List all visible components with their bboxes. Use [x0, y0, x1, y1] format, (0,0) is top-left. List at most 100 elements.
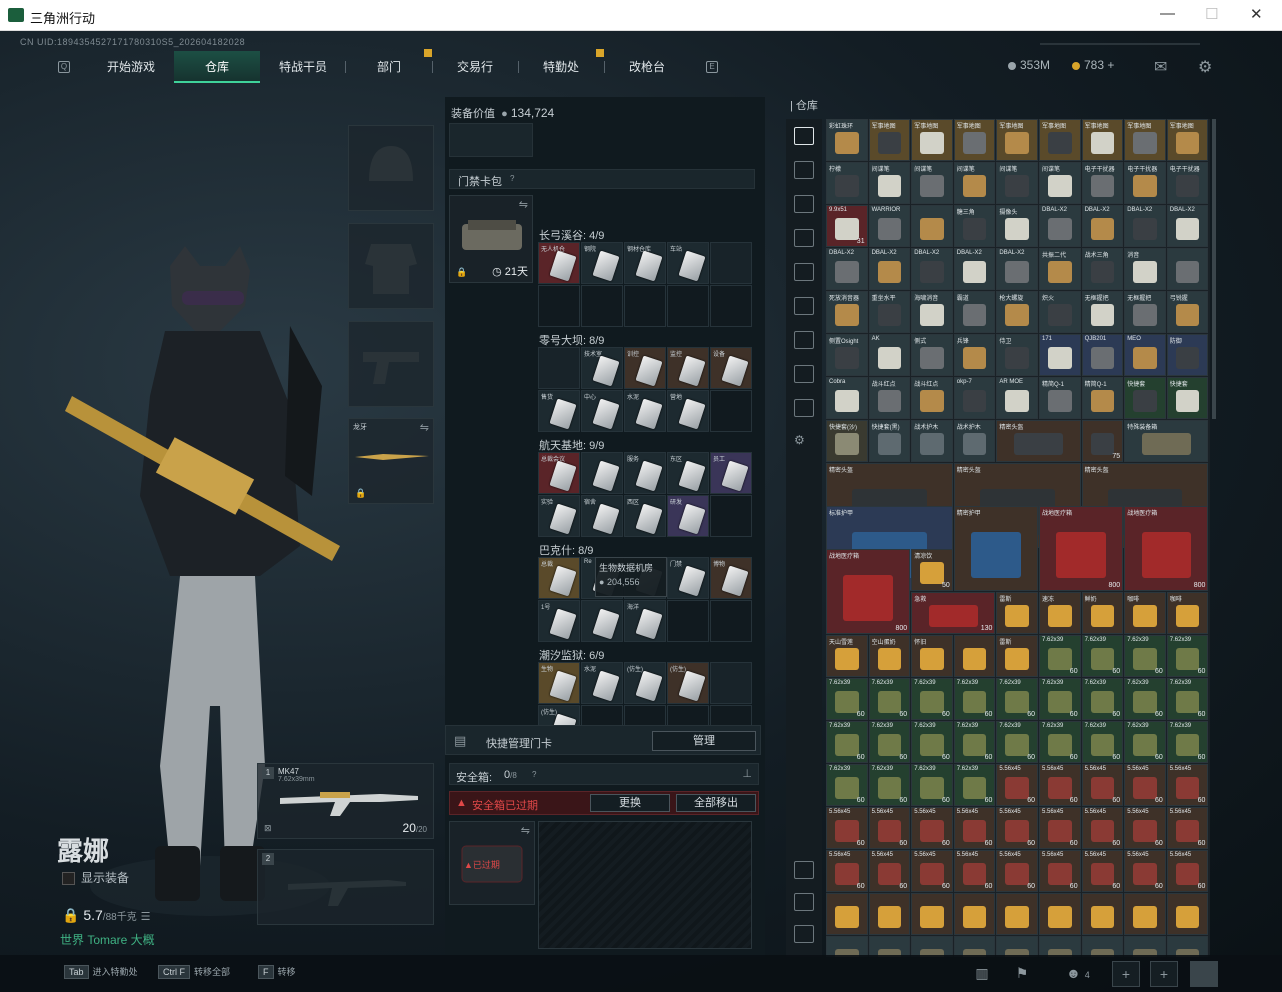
warehouse-item[interactable]: DBAL-X2 [953, 248, 996, 290]
warehouse-item[interactable]: 兵锋 [953, 334, 996, 376]
keycard-slot[interactable]: 东区 [667, 452, 709, 494]
warehouse-item[interactable]: 7.62x39 60 [868, 721, 911, 763]
warehouse-tab-4-icon[interactable] [794, 263, 814, 281]
warehouse-item[interactable]: 7.62x39 60 [1124, 721, 1166, 763]
warehouse-item[interactable]: 电子干扰器 [1166, 162, 1209, 204]
warehouse-item[interactable]: 5.56x45 60 [953, 807, 996, 849]
add-points-button[interactable]: + [1107, 58, 1114, 72]
keycard-slot[interactable] [710, 662, 752, 704]
warehouse-item[interactable]: 快捷套 [1124, 377, 1166, 419]
warehouse-item[interactable]: 171 [1039, 334, 1081, 376]
warehouse-stack-icon[interactable] [794, 893, 814, 911]
warehouse-tab-3-icon[interactable] [794, 229, 814, 247]
warehouse-item[interactable] [1166, 248, 1209, 290]
warehouse-item[interactable]: 5.56x45 60 [1081, 764, 1124, 806]
warehouse-item[interactable]: 7.62x39 60 [996, 678, 1038, 720]
warehouse-item[interactable]: AR MOE [996, 377, 1038, 419]
warehouse-tab-7-icon[interactable] [794, 365, 814, 383]
warehouse-item[interactable]: 间谍笔 [868, 162, 911, 204]
keycard-slot[interactable] [667, 600, 709, 642]
keycard-slot[interactable]: 中心 [581, 390, 623, 432]
minimize-icon[interactable]: — [1160, 5, 1175, 22]
warehouse-item[interactable]: 5.56x45 60 [1081, 807, 1124, 849]
keycard-slot[interactable] [710, 600, 752, 642]
nav-right-key-icon[interactable]: E [706, 61, 718, 73]
warehouse-item[interactable]: 7.62x39 60 [1039, 678, 1081, 720]
warehouse-item[interactable]: 7.62x39 60 [1081, 678, 1124, 720]
friends-icon[interactable]: ☻ 4 [1058, 961, 1098, 987]
warehouse-item[interactable]: 柠檬 [826, 162, 868, 204]
warehouse-item[interactable]: 空山蛋奶 [868, 635, 911, 677]
warehouse-item[interactable]: 7.62x39 60 [868, 764, 911, 806]
pin-icon[interactable]: ⊥ [742, 767, 752, 780]
warehouse-item[interactable]: 军事地图 [996, 119, 1038, 161]
warehouse-scrollbar[interactable] [1212, 119, 1216, 419]
keycard-slot[interactable]: 营地 [667, 390, 709, 432]
helmet-slot[interactable] [348, 125, 434, 211]
warehouse-item[interactable]: 死放消音器 [826, 291, 868, 333]
swap-icon[interactable]: ⇋ [420, 421, 429, 434]
tab-gunsmith[interactable]: 改枪台 [604, 51, 690, 83]
warehouse-item[interactable]: 5.56x45 60 [911, 807, 953, 849]
warehouse-item[interactable]: 战地医疗箱 800 [826, 549, 911, 634]
warehouse-item[interactable]: 电子干扰器 [1081, 162, 1124, 204]
warehouse-item[interactable]: 7.62x39 60 [826, 721, 868, 763]
warehouse-item[interactable] [911, 205, 953, 247]
warehouse-item[interactable]: Cobra [826, 377, 868, 419]
warehouse-item[interactable]: 战斗红点 [911, 377, 953, 419]
warehouse-item[interactable]: 快捷套 [1166, 377, 1209, 419]
settings-gear-icon[interactable]: ⚙ [1198, 57, 1212, 77]
warehouse-item[interactable]: 急救 130 [911, 592, 996, 634]
warehouse-item[interactable]: 速冻 [1039, 592, 1081, 634]
keycard-slot[interactable]: 技术室 [581, 347, 623, 389]
warehouse-item[interactable]: 5.56x45 60 [1039, 764, 1081, 806]
keycard-slot[interactable]: (仿生) [667, 662, 709, 704]
warehouse-item[interactable]: 5.56x45 60 [1039, 807, 1081, 849]
flag-icon[interactable]: ⚑ [1008, 961, 1036, 987]
warehouse-item[interactable]: 间谍笔 [1039, 162, 1081, 204]
keycard-slot[interactable]: 设备 [710, 347, 752, 389]
warehouse-item[interactable]: 共振二代 [1039, 248, 1081, 290]
warehouse-item[interactable]: 咖啡 [1124, 592, 1166, 634]
warehouse-tab-5-icon[interactable] [794, 297, 814, 315]
keycard-slot[interactable]: 门禁 [667, 557, 709, 599]
warehouse-item[interactable]: 5.56x45 60 [996, 807, 1038, 849]
warehouse-item[interactable] [996, 936, 1038, 957]
warehouse-item[interactable] [1166, 893, 1209, 935]
keycard-slot[interactable]: 水泥 [581, 662, 623, 704]
maximize-icon[interactable]: ☐ [1205, 5, 1218, 23]
move-all-button[interactable]: 全部移出 [676, 794, 756, 812]
checkbox-icon[interactable] [62, 872, 75, 886]
warehouse-tab-all-icon[interactable] [794, 127, 814, 145]
warehouse-item[interactable]: DBAL-X2 [1081, 205, 1124, 247]
warehouse-item[interactable]: 7.62x39 60 [911, 721, 953, 763]
warehouse-item[interactable]: 5.56x45 60 [1166, 764, 1209, 806]
tab-department[interactable]: 部门 [346, 51, 432, 83]
keycard-slot[interactable]: 总裁 [538, 557, 580, 599]
warehouse-item[interactable]: 间谍笔 [911, 162, 953, 204]
safebox-grid[interactable] [538, 821, 752, 949]
warehouse-item[interactable] [1081, 893, 1124, 935]
warehouse-item[interactable]: 9.9x51 31 [826, 205, 868, 247]
warehouse-item[interactable] [1124, 893, 1166, 935]
warehouse-item[interactable]: 7.62x39 60 [911, 678, 953, 720]
warehouse-item[interactable]: 5.56x45 60 [868, 850, 911, 892]
warehouse-item[interactable]: 7.62x39 60 [996, 721, 1038, 763]
keycard-slot[interactable]: 监控 [667, 347, 709, 389]
warehouse-item[interactable]: DBAL-X2 [911, 248, 953, 290]
warehouse-item[interactable]: DBAL-X2 [1124, 205, 1166, 247]
warehouse-item[interactable]: 无框握把 [1081, 291, 1124, 333]
keycard-slot[interactable] [710, 495, 752, 537]
key-hint-transfer-all[interactable]: Ctrl F 转移全部 [158, 965, 230, 979]
warehouse-item[interactable]: 防御 [1166, 334, 1209, 376]
warehouse-item[interactable]: 7.62x39 60 [1124, 678, 1166, 720]
warehouse-item[interactable]: 侧置Osight [826, 334, 868, 376]
primary-weapon-slot[interactable]: 1 MK47 7.62x39mm ⊠ 20/20 [257, 763, 434, 839]
warehouse-item[interactable]: QJB201 [1081, 334, 1124, 376]
warehouse-item[interactable]: 军事地图 [953, 119, 996, 161]
warehouse-item[interactable]: DBAL-X2 [996, 248, 1038, 290]
warehouse-item[interactable] [1166, 936, 1209, 957]
keycard-slot[interactable] [624, 285, 666, 327]
warehouse-tab-8-icon[interactable] [794, 399, 814, 417]
armor-slot[interactable] [348, 223, 434, 309]
